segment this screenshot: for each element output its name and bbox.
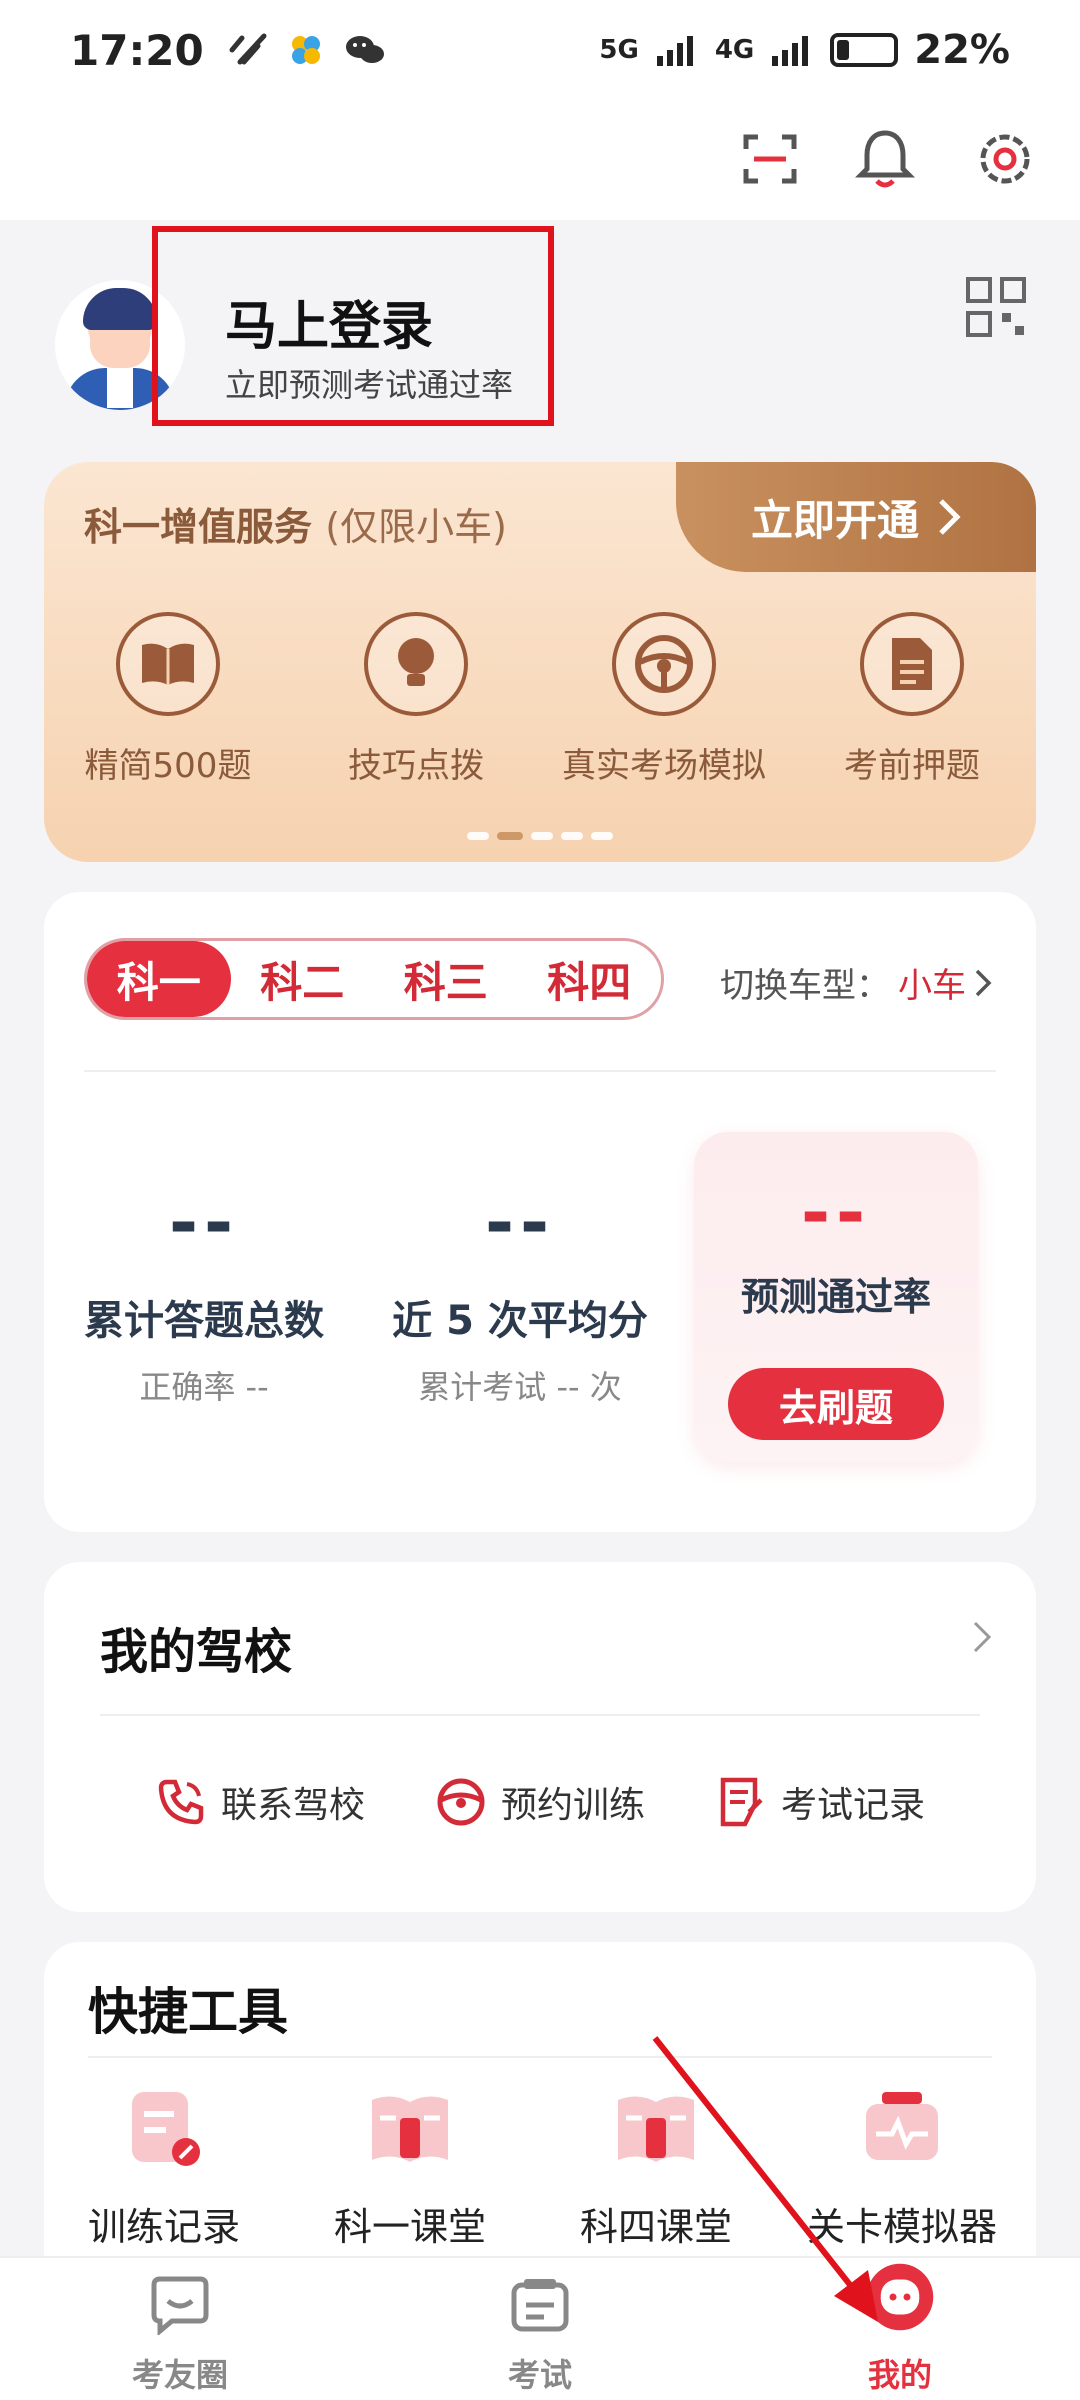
lightbulb-icon (364, 612, 468, 716)
switch-car-label: 切换车型： (720, 966, 890, 1006)
training-record-icon (132, 2092, 200, 2166)
go-practice-button[interactable]: 去刷题 (728, 1368, 944, 1440)
login-subtitle: 立即预测考试通过率 (225, 366, 514, 404)
stat-total-answers: -- 累计答题总数 正确率 -- (64, 1182, 344, 1408)
bottom-nav: 考友圈 考试 我的 (0, 2256, 1080, 2400)
carousel-dot-active (497, 832, 523, 840)
chevron-right-icon (975, 969, 992, 996)
pinwheel-icon (291, 36, 320, 64)
tab-subject-4[interactable]: 科四 (518, 941, 662, 1017)
bell-icon (855, 130, 915, 188)
exam-icon (505, 2270, 575, 2340)
predict-value: -- (800, 1172, 872, 1254)
tools-title: 快捷工具 (88, 1983, 288, 2041)
stat-total-label: 累计答题总数 (84, 1298, 324, 1344)
quick-tools-card: 快捷工具 训练记录 科一课堂 科四课堂 关卡模拟器 (44, 1942, 1036, 2262)
signal-bars-icon (656, 36, 693, 66)
tab-subject-3[interactable]: 科三 (374, 941, 518, 1017)
tool-training-record[interactable]: 训练记录 (44, 2082, 284, 2251)
service-item-predict[interactable]: 考前押题 (792, 612, 1032, 792)
nav-mine[interactable]: 我的 (800, 2263, 1000, 2396)
tab-subject-1[interactable]: 科一 (87, 941, 231, 1017)
battery-percent: 22% (914, 27, 1010, 73)
stat-average-score: -- 近 5 次平均分 累计考试 -- 次 (380, 1182, 660, 1408)
app-notification-icon (229, 33, 267, 65)
record-icon (720, 1777, 763, 1827)
signal-bars-icon (772, 36, 809, 66)
exam-records-button[interactable]: 考试记录 (715, 1776, 925, 1828)
carousel-dots (44, 832, 1036, 840)
phone-icon (158, 1779, 204, 1825)
subject-four-class-icon (618, 2096, 694, 2162)
chevron-right-icon (939, 499, 961, 535)
stats-card: 科一 科二 科三 科四 切换车型： 小车 -- 累计答题总数 正确率 -- --… (44, 892, 1036, 1532)
service-note: (仅限小车) (325, 505, 507, 549)
tool-level-simulator[interactable]: 关卡模拟器 (782, 2082, 1022, 2251)
divider (100, 1714, 980, 1716)
stat-exam-count: 累计考试 -- 次 (418, 1368, 622, 1406)
settings-button[interactable] (970, 124, 1040, 194)
service-items: 精简500题 技巧点拨 真实考场模拟 考前押题 (44, 612, 1036, 792)
carousel-dot (591, 832, 613, 840)
scan-icon (743, 134, 797, 184)
open-now-button[interactable]: 立即开通 (676, 462, 1036, 572)
status-notification-icons (228, 32, 386, 68)
status-bar: 17:20 5G 4G 22% (0, 0, 1080, 100)
divider (88, 2056, 992, 2058)
nav-exam[interactable]: 考试 (440, 2270, 640, 2396)
school-title[interactable]: 我的驾校 (100, 1612, 292, 1682)
carousel-dot (467, 832, 489, 840)
service-item-exam-sim[interactable]: 真实考场模拟 (544, 612, 784, 792)
school-actions: 联系驾校 预约训练 考试记录 (44, 1776, 1036, 1828)
subject-tabs: 科一 科二 科三 科四 (84, 938, 664, 1020)
chevron-right-icon[interactable] (972, 1620, 992, 1654)
status-right-group: 5G 4G 22% (599, 27, 1010, 73)
divider (84, 1070, 996, 1072)
carousel-dot (531, 832, 553, 840)
contact-school-button[interactable]: 联系驾校 (155, 1776, 365, 1828)
battery-icon (830, 33, 899, 67)
predict-label: 预测通过率 (740, 1275, 931, 1319)
nav-community[interactable]: 考友圈 (80, 2270, 280, 2396)
value-added-service-card[interactable]: 科一增值服务 (仅限小车) 立即开通 精简500题 技巧点拨 真实考场模拟 考前… (44, 462, 1036, 862)
predict-pass-rate-box: -- 预测通过率 去刷题 (694, 1132, 978, 1462)
stat-average-label: 近 5 次平均分 (392, 1298, 648, 1344)
community-icon (145, 2270, 215, 2340)
tab-subject-2[interactable]: 科二 (231, 941, 375, 1017)
switch-car-type[interactable]: 切换车型： 小车 (720, 958, 992, 1007)
status-time: 17:20 (70, 25, 204, 75)
notifications-button[interactable] (850, 124, 920, 194)
tool-subject-one-class[interactable]: 科一课堂 (290, 2082, 530, 2251)
book-training-button[interactable]: 预约训练 (435, 1776, 645, 1828)
service-item-500[interactable]: 精简500题 (48, 612, 288, 792)
stat-accuracy: 正确率 -- (139, 1368, 269, 1406)
profile-section: 马上登录 立即预测考试通过率 (0, 220, 1080, 460)
subject-one-class-icon (372, 2096, 448, 2162)
stat-average-value: -- (484, 1182, 556, 1264)
scan-button[interactable] (735, 124, 805, 194)
header-actions (0, 100, 1080, 220)
document-icon (860, 612, 964, 716)
login-title[interactable]: 马上登录 (225, 284, 433, 359)
book-icon (116, 612, 220, 716)
simulator-icon (866, 2092, 938, 2160)
steering-wheel-icon (612, 612, 716, 716)
qr-code-icon[interactable] (965, 276, 1027, 338)
stat-total-value: -- (168, 1182, 240, 1264)
car-type: 小车 (898, 966, 966, 1006)
service-title: 科一增值服务 (仅限小车) (84, 505, 507, 549)
my-driving-school-card: 我的驾校 联系驾校 预约训练 考试记录 (44, 1562, 1036, 1912)
mine-icon (865, 2263, 935, 2340)
signal-5g-label: 5G (599, 35, 639, 65)
carousel-dot (561, 832, 583, 840)
gear-icon (980, 134, 1030, 184)
steering-wheel-icon (437, 1778, 485, 1826)
wechat-icon (345, 36, 384, 63)
tool-subject-four-class[interactable]: 科四课堂 (536, 2082, 776, 2251)
signal-4g-label: 4G (714, 35, 755, 65)
service-item-tips[interactable]: 技巧点拨 (296, 612, 536, 792)
